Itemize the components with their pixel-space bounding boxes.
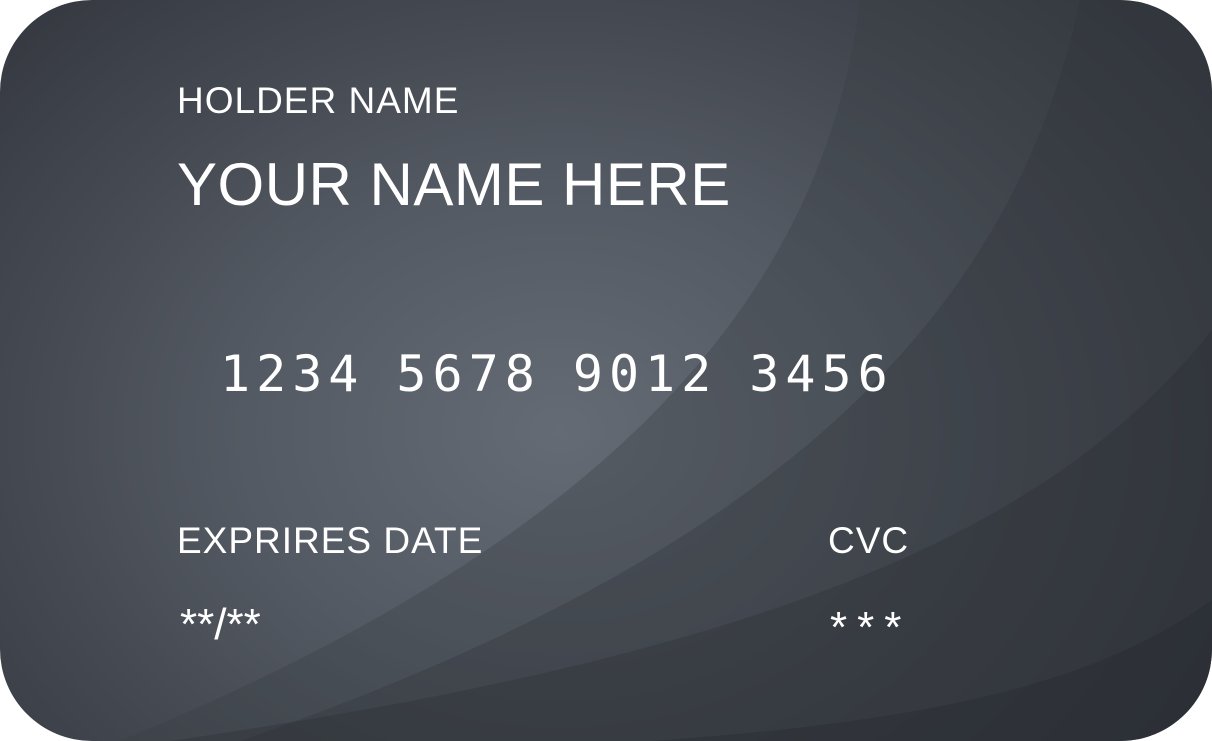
credit-card: HOLDER NAME YOUR NAME HERE 1234 5678 9012 3… (0, 0, 1212, 741)
expiry-date-label: EXPRIRES DATE (177, 520, 484, 561)
card-number-group-4: 3456 (749, 345, 894, 403)
holder-name-label: HOLDER NAME (177, 80, 460, 121)
holder-name-value: YOUR NAME HERE (177, 151, 731, 218)
cvc-label: CVC (828, 520, 910, 561)
card-number-group-3: 9012 (572, 345, 718, 403)
card-number-group-2: 5678 (396, 345, 541, 403)
expiry-date-value: **/** (180, 600, 261, 649)
card-number-group-1: 1234 (220, 345, 365, 403)
card-number: 1234 5678 9012 3456 (220, 345, 926, 403)
cvc-value: *** (830, 603, 912, 652)
